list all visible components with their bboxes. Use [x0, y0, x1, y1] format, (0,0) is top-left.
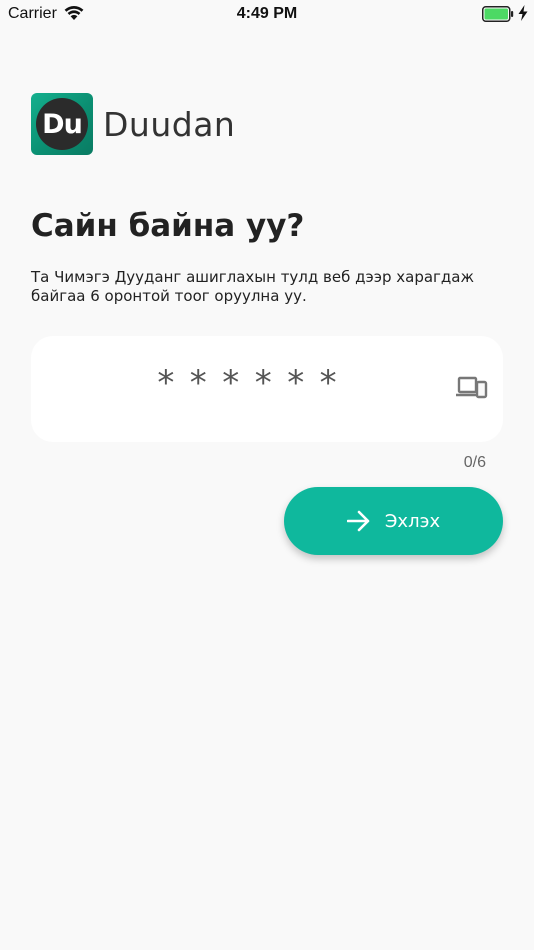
instructions-text: Та Чимэгэ Дууданг ашиглахын тулд веб дээ… [31, 268, 474, 305]
logo-badge-text: Du [36, 98, 88, 150]
arrow-right-icon [346, 510, 370, 532]
status-time: 4:49 PM [236, 5, 298, 22]
battery-icon [482, 6, 514, 27]
code-input-card[interactable] [31, 336, 503, 442]
greeting-title: Сайн байна уу? [31, 208, 305, 244]
app-logo: Du Duudan [31, 93, 235, 155]
start-button-label: Эхлэх [384, 510, 441, 532]
code-counter: 0/6 [463, 454, 486, 471]
devices-icon [456, 376, 488, 400]
code-input[interactable] [51, 354, 455, 412]
charging-bolt-icon [518, 5, 528, 26]
status-bar: Carrier 4:49 PM [0, 0, 534, 28]
start-button[interactable]: Эхлэх [284, 487, 503, 555]
logo-name: Duudan [103, 104, 236, 144]
logo-badge: Du [31, 93, 93, 155]
